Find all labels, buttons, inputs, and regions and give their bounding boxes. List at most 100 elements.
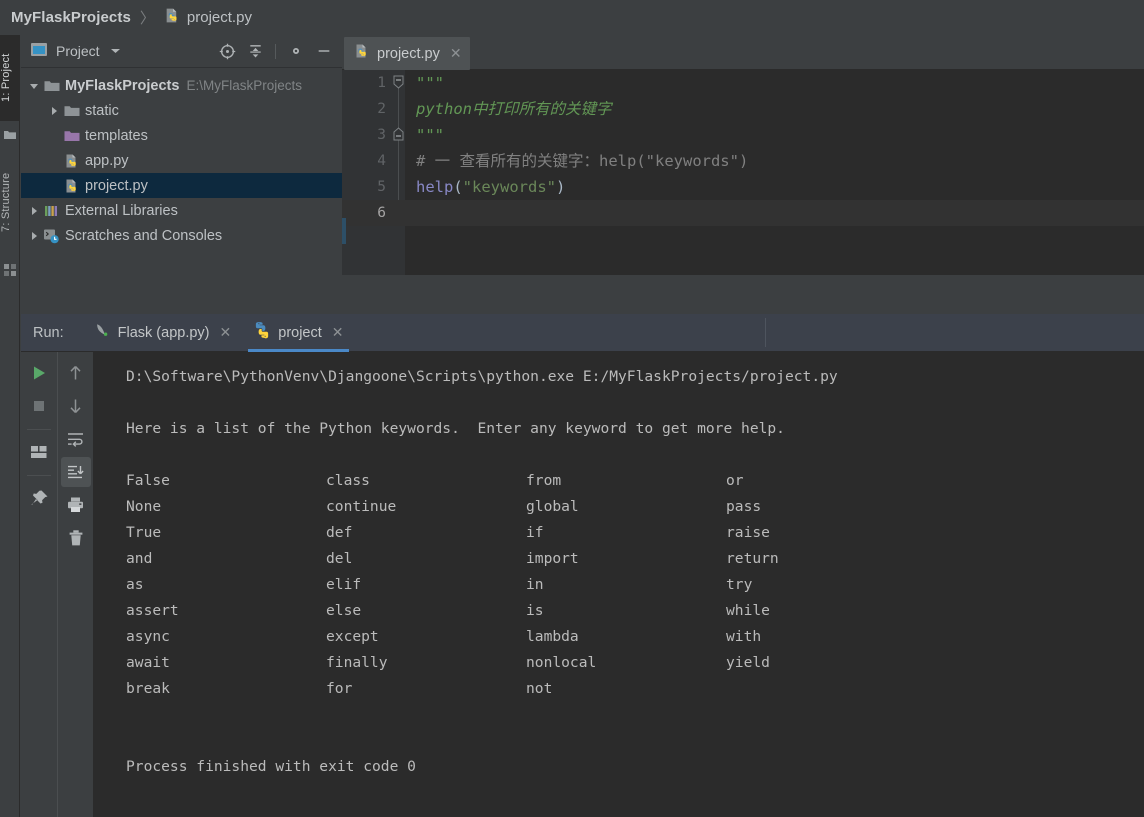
code-token: ): [556, 178, 566, 196]
run-tab-bar-divider: [765, 318, 766, 347]
close-icon[interactable]: ✕: [450, 45, 462, 62]
keyword-cell: in: [526, 576, 544, 593]
python-file-icon: [354, 43, 370, 64]
breadcrumb-leaf[interactable]: project.py: [187, 9, 252, 26]
keyword-cell: assert: [126, 602, 179, 619]
code-line[interactable]: 2 python中打印所有的关键字: [342, 96, 1144, 122]
run-toolbar-primary: [21, 352, 57, 817]
code-editor[interactable]: 1 """ 2 python中打印所有的关键字 3 """ 4 # 一 查看所有…: [342, 70, 1144, 313]
run-tab-label: project: [278, 324, 322, 341]
grid-icon: [3, 263, 17, 277]
no-twisty: [47, 154, 60, 167]
fold-end-icon[interactable]: [392, 127, 405, 141]
toolbar-separator: [27, 429, 51, 430]
tree-item-app-py[interactable]: app.py: [21, 148, 342, 173]
run-tab-project[interactable]: project ✕: [242, 314, 354, 352]
sidebar-tab-structure[interactable]: 7: Structure: [0, 150, 20, 255]
keyword-cell: break: [126, 680, 170, 697]
left-tool-strip: 1: Project 7: Structure: [0, 35, 20, 817]
run-tab-flask[interactable]: Flask (app.py) ✕: [82, 314, 243, 352]
run-tab-label: Flask (app.py): [117, 324, 210, 341]
close-icon[interactable]: ✕: [332, 324, 344, 341]
collapse-all-icon[interactable]: [244, 40, 266, 62]
code-text: """: [416, 126, 444, 144]
run-icon[interactable]: [24, 358, 54, 388]
chevron-down-icon[interactable]: [110, 42, 121, 60]
stop-icon[interactable]: [24, 391, 54, 421]
keyword-cell: from: [526, 472, 562, 489]
code-line-current[interactable]: 6: [342, 200, 1144, 226]
keyword-row: and del import return: [126, 546, 1144, 572]
keyword-cell: import: [526, 550, 579, 567]
flask-icon: [93, 321, 111, 344]
tree-item-external-libraries[interactable]: External Libraries: [21, 198, 342, 223]
layout-icon[interactable]: [24, 437, 54, 467]
folder-icon: [43, 77, 60, 94]
down-arrow-icon[interactable]: [61, 391, 91, 421]
breadcrumb-root[interactable]: MyFlaskProjects: [11, 9, 131, 26]
folder-templates-icon: [63, 127, 80, 144]
line-number: 4: [377, 153, 386, 169]
console-command-line: D:\Software\PythonVenv\Djangoone\Scripts…: [126, 368, 838, 385]
editor-tab-project-py[interactable]: project.py ✕: [344, 37, 470, 70]
keyword-cell: global: [526, 498, 579, 515]
code-line[interactable]: 3 """: [342, 122, 1144, 148]
keyword-row: assert else is while: [126, 598, 1144, 624]
scroll-to-end-icon[interactable]: [60, 457, 91, 487]
sidebar-tab-project[interactable]: 1: Project: [0, 35, 20, 121]
keyword-row: async except lambda with: [126, 624, 1144, 650]
close-icon[interactable]: ✕: [220, 324, 232, 341]
keyword-cell: elif: [326, 576, 362, 593]
tree-item-scratches-and-consoles[interactable]: Scratches and Consoles: [21, 223, 342, 248]
run-panel: Run: Flask (app.py) ✕ project ✕ D:\Softw…: [21, 314, 1144, 817]
keyword-table: False class from or None continue global…: [126, 468, 1144, 702]
code-token: (: [453, 178, 463, 196]
tree-item-label: MyFlaskProjects: [65, 77, 180, 94]
keyword-cell: class: [326, 472, 370, 489]
code-text: python中打印所有的关键字: [416, 100, 612, 118]
pin-icon[interactable]: [24, 483, 54, 513]
keyword-cell: nonlocal: [526, 654, 597, 671]
trash-icon[interactable]: [61, 523, 91, 553]
folder-icon: [63, 102, 80, 119]
project-small-icon: [3, 127, 17, 141]
scratches-icon: [43, 227, 60, 244]
print-icon[interactable]: [61, 490, 91, 520]
editor-tab-bar: project.py ✕: [342, 35, 1144, 70]
keyword-row: break for not: [126, 676, 1144, 702]
chevron-right-icon[interactable]: [27, 204, 40, 217]
console-intro-line: Here is a list of the Python keywords. E…: [126, 420, 785, 437]
soft-wrap-icon[interactable]: [61, 424, 91, 454]
keyword-row: True def if raise: [126, 520, 1144, 546]
code-line[interactable]: 4 # 一 查看所有的关键字：help("keywords"): [342, 148, 1144, 174]
tree-item-path: E:\MyFlaskProjects: [186, 78, 302, 93]
gear-icon[interactable]: [285, 40, 307, 62]
code-line[interactable]: 1 """: [342, 70, 1144, 96]
project-view-icon: [30, 41, 48, 62]
python-file-icon: [63, 177, 80, 194]
keyword-cell: await: [126, 654, 170, 671]
tree-item-myflaskprojects[interactable]: MyFlaskProjects E:\MyFlaskProjects: [21, 73, 342, 98]
keyword-row: await finally nonlocal yield: [126, 650, 1144, 676]
fold-start-icon[interactable]: [392, 75, 405, 89]
chevron-right-icon[interactable]: [27, 229, 40, 242]
keyword-cell: with: [726, 628, 762, 645]
locate-icon[interactable]: [216, 40, 238, 62]
no-twisty: [47, 129, 60, 142]
keyword-cell: def: [326, 524, 353, 541]
keyword-row: False class from or: [126, 468, 1144, 494]
code-line[interactable]: 5 help("keywords"): [342, 174, 1144, 200]
tree-item-templates[interactable]: templates: [21, 123, 342, 148]
keyword-cell: not: [526, 680, 553, 697]
tree-item-project-py[interactable]: project.py: [21, 173, 342, 198]
breadcrumb: MyFlaskProjects 〉 project.py: [0, 0, 1144, 35]
chevron-right-icon[interactable]: [47, 104, 60, 117]
minimize-icon[interactable]: [313, 40, 335, 62]
console-output[interactable]: D:\Software\PythonVenv\Djangoone\Scripts…: [94, 352, 1144, 817]
project-panel-title: Project: [56, 43, 100, 59]
tree-item-static[interactable]: static: [21, 98, 342, 123]
up-arrow-icon[interactable]: [61, 358, 91, 388]
chevron-down-icon[interactable]: [27, 79, 40, 92]
